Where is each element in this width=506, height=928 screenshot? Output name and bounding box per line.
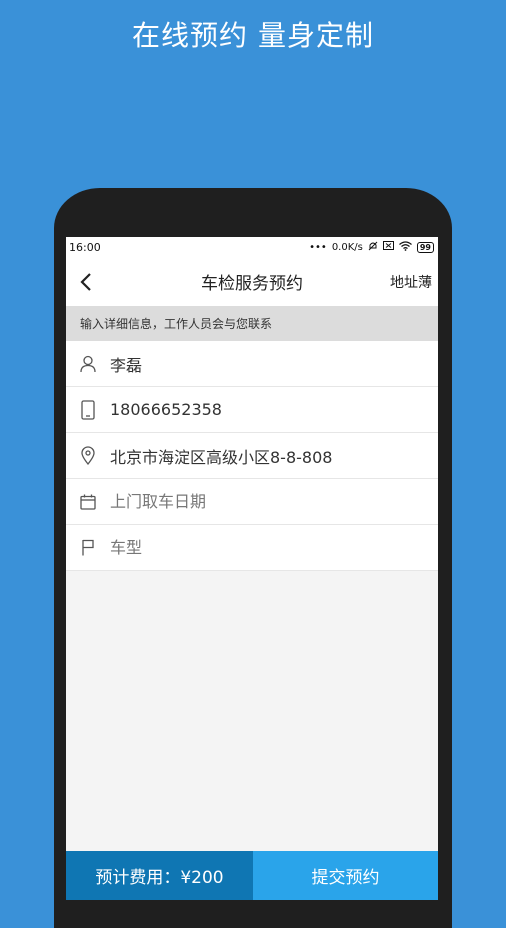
phone-row	[66, 387, 438, 433]
bottom-bar: 预计费用：¥200 提交预约	[66, 851, 438, 900]
address-book-link[interactable]: 地址薄	[390, 272, 432, 292]
signal-dots-icon: •••	[309, 241, 327, 253]
submit-button[interactable]: 提交预约	[253, 851, 438, 900]
flag-icon	[66, 539, 110, 556]
address-row	[66, 433, 438, 479]
status-icons: ••• 0.0K/s 99	[309, 240, 434, 254]
no-sim-icon	[382, 241, 394, 253]
location-pin-icon	[66, 446, 110, 465]
phone-icon	[66, 399, 110, 420]
promo-headline: 在线预约 量身定制	[132, 19, 374, 52]
name-row	[66, 341, 438, 387]
phone-field[interactable]	[110, 400, 438, 419]
battery-icon: 99	[416, 241, 434, 253]
page-title: 车检服务预约	[201, 274, 303, 294]
estimated-cost: 预计费用：¥200	[66, 851, 253, 900]
wifi-icon	[398, 240, 412, 254]
hint-text: 输入详细信息，工作人员会与您联系	[66, 306, 438, 341]
person-icon	[66, 355, 110, 373]
status-time: 16:00	[69, 240, 101, 254]
pickup-date-field[interactable]	[110, 492, 438, 511]
mute-icon	[368, 241, 378, 254]
car-model-row	[66, 525, 438, 571]
car-model-field[interactable]	[110, 538, 438, 557]
nav-bar: 车检服务预约 地址薄	[66, 257, 438, 306]
address-field[interactable]	[110, 446, 438, 465]
calendar-icon	[66, 494, 110, 510]
name-field[interactable]	[110, 354, 438, 373]
app-screen: 16:00 ••• 0.0K/s 99 车检服务预约 地址薄 输入详细信息，工作…	[66, 237, 438, 900]
back-button[interactable]	[66, 257, 106, 306]
chevron-left-icon	[80, 272, 91, 291]
status-bar: 16:00 ••• 0.0K/s 99	[66, 237, 438, 257]
network-speed: 0.0K/s	[331, 241, 363, 253]
pickup-date-row	[66, 479, 438, 525]
